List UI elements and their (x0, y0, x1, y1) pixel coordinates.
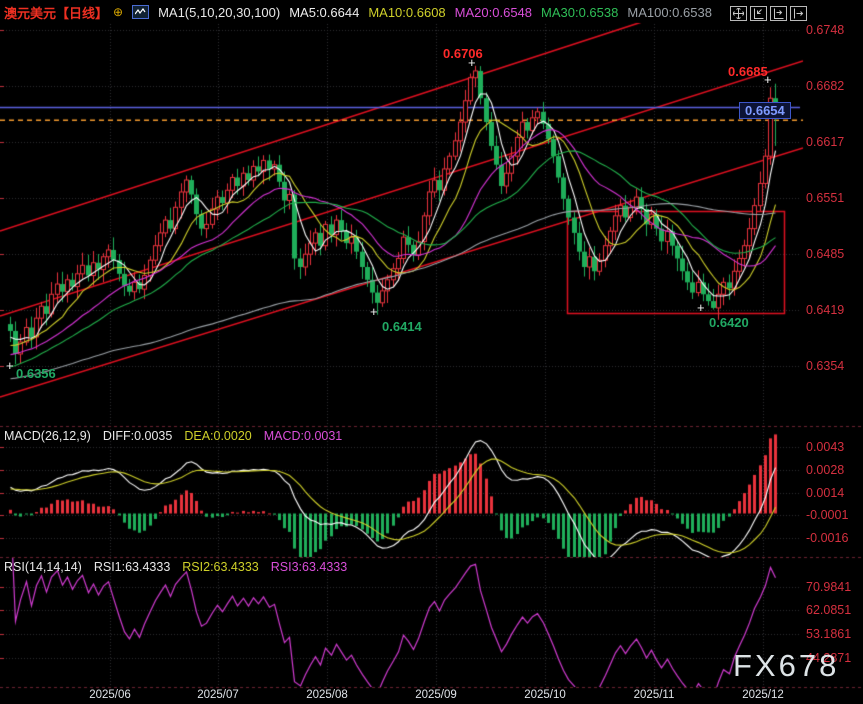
expand-icon[interactable]: ⊕ (113, 5, 123, 19)
ma-params-label: MA1(5,10,20,30,100) (158, 5, 280, 20)
zoom-y-axis-icon[interactable] (750, 6, 767, 21)
ma100-value: MA100:0.6538 (627, 5, 712, 20)
macd-diff-value: DIFF:0.0035 (103, 429, 172, 443)
macd-params-label: MACD(26,12,9) (4, 429, 91, 443)
trading-chart-window: 澳元美元【日线】 ⊕ MA1(5,10,20,30,100) MA5:0.664… (0, 0, 863, 704)
rsi-header: RSI(14,14,14) RSI1:63.4333 RSI2:63.4333 … (4, 560, 347, 574)
chart-header: 澳元美元【日线】 ⊕ MA1(5,10,20,30,100) MA5:0.664… (4, 3, 712, 21)
macd-value: MACD:0.0031 (264, 429, 343, 443)
price-annotation: 0.6414 (382, 319, 422, 334)
pan-right-icon[interactable] (790, 6, 807, 21)
macd-header: MACD(26,12,9) DIFF:0.0035 DEA:0.0020 MAC… (4, 429, 342, 443)
price-annotation: 0.6706 (443, 46, 483, 61)
price-axis-label: 0.6419 (806, 303, 844, 317)
date-axis-label: 2025/11 (634, 689, 675, 701)
macd-dea-value: DEA:0.0020 (184, 429, 251, 443)
macd-axis-label: -0.0016 (806, 531, 848, 545)
ma20-value: MA20:0.6548 (455, 5, 532, 20)
rsi-params-label: RSI(14,14,14) (4, 560, 82, 574)
rsi-axis-label: 62.0851 (806, 603, 851, 617)
price-axis-label: 0.6682 (806, 79, 844, 93)
date-axis-label: 2025/12 (742, 689, 784, 701)
swing-marker-icon: + (370, 306, 378, 317)
rsi-axis-label: 70.9841 (806, 580, 851, 594)
chart-canvas[interactable] (0, 0, 863, 704)
macd-axis-label: 0.0043 (806, 440, 844, 454)
date-axis-label: 2025/10 (524, 689, 566, 701)
ma10-value: MA10:0.6608 (368, 5, 445, 20)
swing-marker-icon: + (6, 360, 14, 371)
price-axis-label: 0.6354 (806, 359, 844, 373)
chart-toolbar (730, 6, 807, 21)
date-axis-label: 2025/07 (197, 689, 239, 701)
rsi1-value: RSI1:63.4333 (94, 560, 170, 574)
price-axis-label: 0.6485 (806, 247, 844, 261)
ma30-value: MA30:0.6538 (541, 5, 618, 20)
ma5-value: MA5:0.6644 (289, 5, 359, 20)
rsi2-value: RSI2:63.4333 (182, 560, 258, 574)
date-axis-label: 2025/08 (306, 689, 348, 701)
rsi-axis-label: 53.1861 (806, 627, 851, 641)
indicator-chip-icon (132, 5, 149, 19)
macd-axis-label: 0.0014 (806, 486, 844, 500)
swing-marker-icon: + (468, 57, 476, 68)
date-axis-label: 2025/09 (415, 689, 457, 701)
date-axis-label: 2025/06 (89, 689, 131, 701)
macd-axis-label: -0.0001 (806, 508, 848, 522)
price-axis-label: 0.6617 (806, 135, 844, 149)
swing-marker-icon: + (697, 302, 705, 313)
price-annotation: 0.6685 (728, 64, 768, 79)
pan-icon[interactable] (730, 6, 747, 21)
price-annotation: 0.6356 (16, 366, 56, 381)
zoom-x-axis-icon[interactable] (770, 6, 787, 21)
swing-marker-icon: + (764, 74, 772, 85)
brand-watermark: FX678 (733, 648, 839, 684)
macd-axis-label: 0.0028 (806, 463, 844, 477)
last-price-tag: 0.6654 (739, 102, 791, 119)
rsi3-value: RSI3:63.4333 (271, 560, 347, 574)
price-axis-label: 0.6551 (806, 191, 844, 205)
price-annotation: 0.6420 (709, 315, 749, 330)
instrument-title: 澳元美元【日线】 (4, 3, 108, 22)
price-axis-label: 0.6748 (806, 23, 844, 37)
